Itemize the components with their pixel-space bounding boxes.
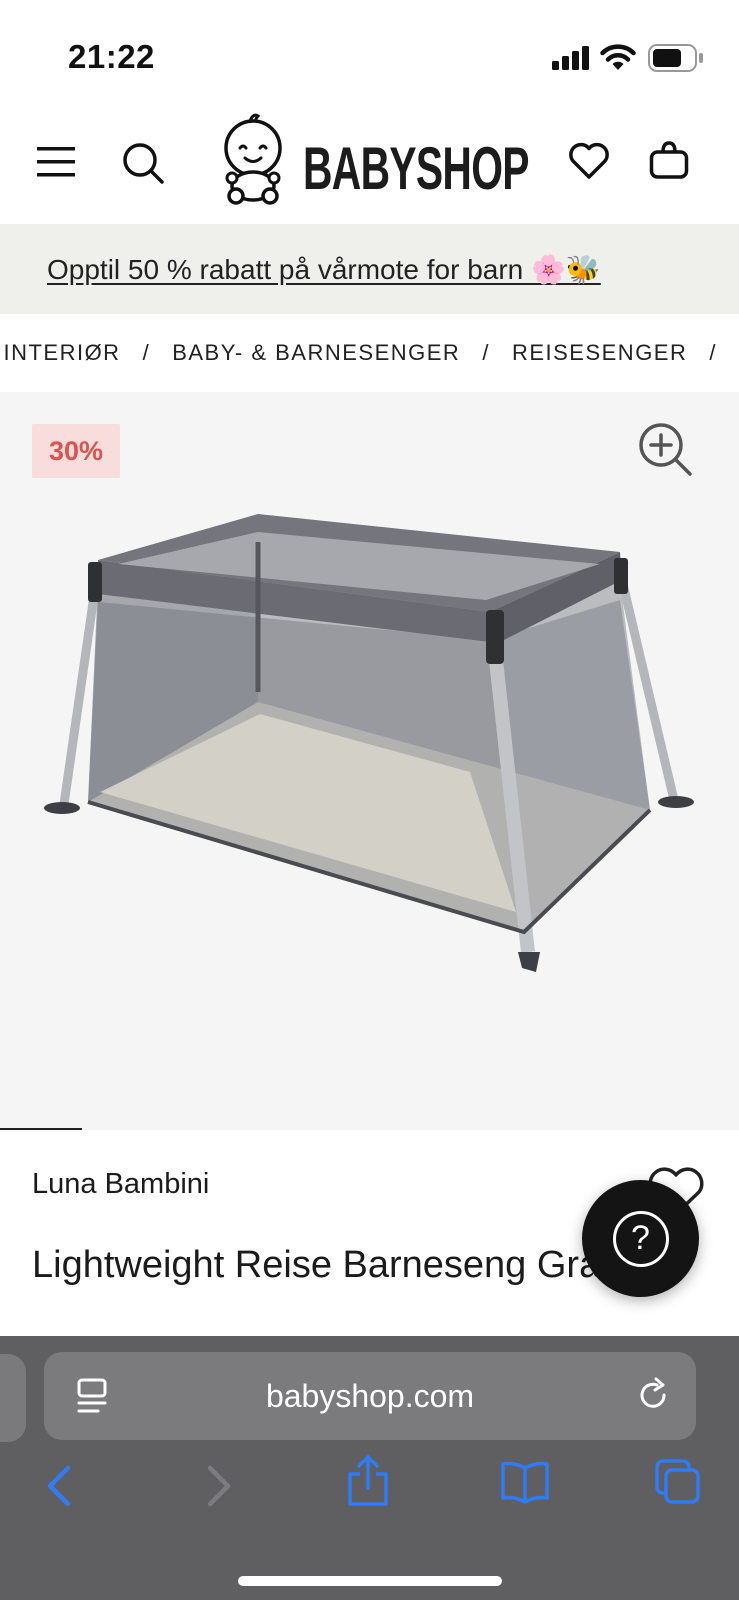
heart-icon <box>569 142 609 179</box>
previous-tab-preview[interactable] <box>0 1354 26 1442</box>
address-bar[interactable]: babyshop.com <box>44 1352 696 1440</box>
home-logo-link[interactable]: BABYSHOP <box>218 110 529 210</box>
bookmarks-icon[interactable] <box>500 1460 550 1504</box>
shopping-bag-icon <box>649 141 689 179</box>
product-gallery[interactable]: 30% <box>0 392 739 1130</box>
cellular-signal-icon <box>552 46 589 70</box>
discount-badge: 30% <box>32 424 120 478</box>
product-brand[interactable]: Luna Bambini <box>32 1168 209 1201</box>
travel-cot-image <box>44 514 694 972</box>
tabs-icon[interactable] <box>654 1458 702 1506</box>
reload-icon[interactable] <box>634 1376 672 1414</box>
share-icon[interactable] <box>346 1454 390 1508</box>
gallery-progress-indicator <box>0 1128 82 1130</box>
baby-logo-icon <box>224 113 282 205</box>
breadcrumb-separator: / <box>709 340 717 365</box>
help-button[interactable]: ? <box>582 1180 699 1297</box>
breadcrumb-separator: / <box>482 340 490 365</box>
breadcrumb-item-travel-cots[interactable]: REISESENGER <box>512 340 687 366</box>
zoom-in-icon[interactable] <box>638 422 694 478</box>
forward-icon[interactable] <box>198 1464 238 1508</box>
menu-icon <box>37 147 75 177</box>
promo-banner[interactable]: Opptil 50 % rabatt på vårmote for barn 🌸… <box>0 224 739 314</box>
site-header: BABYSHOP <box>0 100 739 224</box>
status-bar: 21:22 <box>0 0 739 100</box>
menu-button[interactable] <box>30 140 82 184</box>
search-button[interactable] <box>116 136 170 190</box>
breadcrumb-item-beds[interactable]: BABY- & BARNESENGER <box>172 340 460 366</box>
question-icon: ? <box>612 1210 669 1267</box>
home-indicator <box>238 1576 502 1586</box>
back-icon[interactable] <box>40 1464 80 1508</box>
breadcrumb-separator: / <box>142 340 151 365</box>
product-title: Lightweight Reise Barneseng Grå <box>32 1244 601 1286</box>
breadcrumb-item-interior[interactable]: INTERIØR <box>3 340 120 366</box>
promo-link[interactable]: Opptil 50 % rabatt på vårmote for barn 🌸… <box>47 253 601 286</box>
search-icon <box>123 143 164 184</box>
status-time: 21:22 <box>68 38 155 75</box>
battery-icon <box>648 44 703 72</box>
brand-wordmark: BABYSHOP <box>303 135 529 202</box>
wifi-icon <box>600 44 636 70</box>
url-text: babyshop.com <box>265 1378 475 1414</box>
breadcrumb: INTERIØR / BABY- & BARNESENGER / REISESE… <box>0 314 739 392</box>
browser-toolbar: babyshop.com <box>0 1336 739 1600</box>
cart-button[interactable] <box>644 134 694 186</box>
wishlist-button[interactable] <box>564 136 614 186</box>
